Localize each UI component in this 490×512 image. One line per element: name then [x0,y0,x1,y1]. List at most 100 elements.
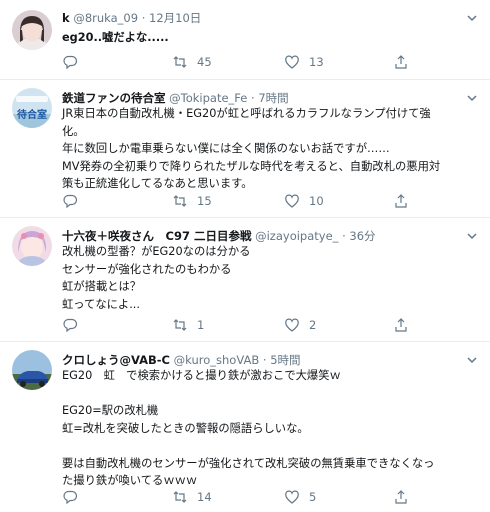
upload-arrow-icon [395,55,407,69]
display-name[interactable]: クロしょう@VAB-C [62,353,170,367]
avatar[interactable] [12,226,52,266]
retweet-count: 15 [197,194,212,208]
share-button[interactable] [393,53,409,71]
reply-button[interactable] [62,192,87,210]
chevron-down-icon[interactable] [466,354,478,366]
avatar-image [12,10,52,50]
reply-button[interactable] [62,316,87,334]
upload-arrow-icon [395,194,407,208]
reply-button[interactable] [62,53,87,71]
retweet-count: 14 [197,490,212,504]
user-handle[interactable]: @kuro_shoVAB [174,353,260,367]
like-button[interactable]: 13 [284,53,324,71]
tweet[interactable]: 十六夜＋咲夜さん C97 二日目参戦 @izayoipatye_ · 36分 改… [0,218,490,342]
separator: · [262,353,267,367]
timestamp[interactable]: 7時間 [258,91,288,105]
text-line: eg20..嘘だよな..... [62,31,169,44]
like-button[interactable]: 2 [284,316,316,334]
share-button[interactable] [393,192,409,210]
share-button[interactable] [393,488,409,506]
user-handle[interactable]: @8ruka_09 [73,11,138,25]
separator: · [342,229,346,243]
retweet-button[interactable]: 15 [172,192,212,210]
like-button[interactable]: 5 [284,488,316,506]
speech-bubble-icon [63,490,78,505]
speech-bubble-icon [63,55,78,70]
retweet-button[interactable]: 14 [172,488,212,506]
display-name[interactable]: k [62,11,70,25]
text-line: JR東日本の自動改札機・EG20が虹と呼ばれるカラフルなランプ付けて強 [62,107,431,120]
avatar-image [12,350,52,390]
upload-arrow-icon [395,490,407,504]
tweet-header: k @8ruka_09 · 12月10日 [62,9,460,27]
timestamp[interactable]: 36分 [349,229,375,243]
retweet-count: 45 [197,55,212,69]
reply-button[interactable] [62,488,87,506]
text-line: MV発券の全初乗りで降りられたザルな時代を考えると、自動改札の悪用対 [62,159,441,173]
heart-icon [285,490,299,504]
display-name[interactable]: 鉄道ファンの待合室 [62,91,166,105]
tweet-text: 改札機の型番？がEG20なのは分かる センサーが強化されたのもわかる 虹が搭載と… [62,243,480,313]
avatar-image: 待合室 [12,88,52,128]
heart-icon [285,194,299,208]
text-line: センサーが強化されたのもわかる [62,262,232,276]
tweet[interactable]: k @8ruka_09 · 12月10日 eg20..嘘だよな..... 45 … [0,0,490,80]
text-line: た撮り鉄が喚いてるｗｗｗ [62,474,198,487]
text-line: 策も正統進化してるなあと思います。 [62,177,253,190]
avatar-logo-text: 待合室 [17,108,47,121]
timestamp[interactable]: 12月10日 [149,11,201,25]
display-name[interactable]: 十六夜＋咲夜さん C97 二日目参戦 [62,229,251,243]
heart-icon [285,318,299,332]
avatar[interactable]: 待合室 [12,88,52,128]
text-line: EG20 虹 で検索かけると撮り鉄が激おこで大爆笑ｗ [62,369,341,382]
separator: · [251,91,255,105]
chevron-down-icon[interactable] [466,12,478,24]
text-line: 虹が搭載とは？ [62,280,142,293]
retweet-count: 1 [197,318,205,332]
retweet-arrows-icon [173,491,187,503]
tweet-actions: 45 13 [62,53,478,71]
text-line: 虹=改札を突破したときの警報の隠語らしいな。 [62,421,309,435]
retweet-button[interactable]: 45 [172,53,212,71]
avatar[interactable] [12,10,52,50]
heart-icon [285,55,299,69]
text-line: 要は自動改札機のセンサーが強化されて改札突破の無賃乗車できなくなっ [62,456,435,470]
chevron-down-icon[interactable] [466,92,478,104]
retweet-arrows-icon [173,56,187,68]
text-line: 年に数回しか電車乗らない僕には全く関係のないお話ですが…… [62,142,390,155]
text-line: 虹ってなによ... [62,297,140,311]
like-button[interactable]: 10 [284,192,324,210]
like-count: 10 [309,194,324,208]
tweet-text: JR東日本の自動改札機・EG20が虹と呼ばれるカラフルなランプ付けて強 化。 年… [62,105,480,193]
tweet-text: EG20 虹 で検索かけると撮り鉄が激おこで大爆笑ｗ EG20=駅の改札機 虹=… [62,367,480,490]
like-count: 13 [309,55,324,69]
tweet[interactable]: 待合室 鉄道ファンの待合室 @Tokipate_Fe · 7時間 JR東日本の自… [0,80,490,218]
speech-bubble-icon [63,194,78,209]
text-line: 化。 [62,124,85,138]
speech-bubble-icon [63,318,78,333]
share-button[interactable] [393,316,409,334]
user-handle[interactable]: @izayoipatye_ [255,229,338,243]
tweet-actions: 1 2 [62,316,478,334]
retweet-arrows-icon [173,195,187,207]
tweet-actions: 15 10 [62,192,478,210]
user-handle[interactable]: @Tokipate_Fe [169,91,247,105]
retweet-button[interactable]: 1 [172,316,204,334]
chevron-down-icon[interactable] [466,230,478,242]
tweet-text: eg20..嘘だよな..... [62,29,480,47]
like-count: 5 [309,490,317,504]
avatar[interactable] [12,350,52,390]
text-line: 改札機の型番？がEG20なのは分かる [62,245,251,258]
retweet-arrows-icon [173,319,187,331]
tweet-actions: 14 5 [62,488,478,506]
separator: · [141,11,146,25]
text-line: EG20=駅の改札機 [62,404,159,417]
avatar-image [12,226,52,266]
timestamp[interactable]: 5時間 [270,353,300,367]
upload-arrow-icon [395,318,407,332]
tweet[interactable]: クロしょう@VAB-C @kuro_shoVAB · 5時間 EG20 虹 で検… [0,342,490,512]
like-count: 2 [309,318,317,332]
tweet-feed: k @8ruka_09 · 12月10日 eg20..嘘だよな..... 45 … [0,0,490,512]
